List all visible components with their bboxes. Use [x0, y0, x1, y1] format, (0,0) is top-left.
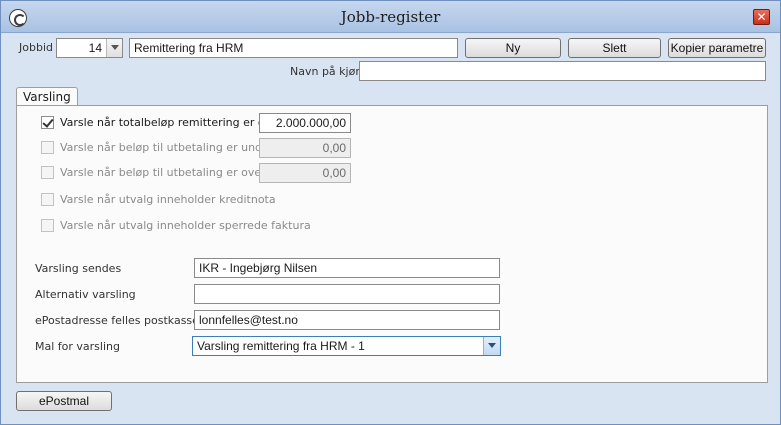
check-sperrede-faktura-label: Varsle når utvalg inneholder sperrede fa…: [60, 219, 311, 232]
epostadresse-label: ePostadresse felles postkasse: [35, 314, 199, 327]
window-title: Jobb-register: [340, 8, 441, 26]
kopier-parametre-button[interactable]: Kopier parametre: [668, 38, 766, 58]
window-content: Jobbid 14 Remittering fra HRM Ny Slett K…: [1, 34, 780, 424]
varsling-sendes-input[interactable]: IKR - Ingebjørg Nilsen: [194, 258, 500, 278]
mal-for-varsling-value: Varsling remittering fra HRM - 1: [197, 339, 365, 353]
check-totalbelop-label: Varsle når totalbeløp remittering er ove…: [60, 116, 286, 129]
title-bar: Jobb-register ✕: [1, 1, 780, 33]
ny-button[interactable]: Ny: [465, 38, 561, 58]
utbetaling-under-input[interactable]: 0,00: [259, 138, 351, 158]
check-utbetaling-under[interactable]: [41, 141, 54, 154]
mal-for-varsling-dropdown[interactable]: Varsling remittering fra HRM - 1: [192, 336, 501, 356]
totalbelop-input[interactable]: 2.000.000,00: [259, 113, 351, 133]
tab-varsling[interactable]: Varsling: [16, 87, 78, 106]
alternativ-varsling-input[interactable]: [194, 284, 500, 304]
epostadresse-input[interactable]: lonnfelles@test.no: [194, 310, 500, 330]
close-button[interactable]: ✕: [753, 9, 770, 25]
utbetaling-over-input[interactable]: 0,00: [259, 163, 351, 183]
chevron-down-icon[interactable]: [483, 337, 500, 355]
check-utbetaling-over-label: Varsle når beløp til utbetaling er over:: [60, 166, 270, 179]
check-sperrede-faktura[interactable]: [41, 219, 54, 232]
slett-button[interactable]: Slett: [568, 38, 661, 58]
chevron-down-icon[interactable]: [106, 39, 122, 57]
jobbid-dropdown[interactable]: 14: [56, 38, 123, 58]
check-totalbelop[interactable]: [41, 116, 54, 129]
navn-input[interactable]: [359, 61, 766, 81]
jobbid-label: Jobbid: [19, 41, 53, 54]
check-utbetaling-under-label: Varsle når beløp til utbetaling er under…: [60, 141, 277, 154]
jobb-register-window: Jobb-register ✕ Jobbid 14 Remittering fr…: [0, 0, 781, 425]
check-utbetaling-over[interactable]: [41, 166, 54, 179]
check-kreditnota-label: Varsle når utvalg inneholder kreditnota: [60, 193, 276, 206]
varsling-panel: Varsle når totalbeløp remittering er ove…: [16, 105, 768, 383]
varsling-sendes-label: Varsling sendes: [35, 262, 122, 275]
jobbid-value: 14: [88, 41, 102, 55]
mal-for-varsling-label: Mal for varsling: [35, 340, 120, 353]
check-kreditnota[interactable]: [41, 193, 54, 206]
job-name-input[interactable]: Remittering fra HRM: [129, 38, 458, 58]
alternativ-varsling-label: Alternativ varsling: [35, 288, 136, 301]
epostmal-button[interactable]: ePostmal: [16, 391, 112, 411]
